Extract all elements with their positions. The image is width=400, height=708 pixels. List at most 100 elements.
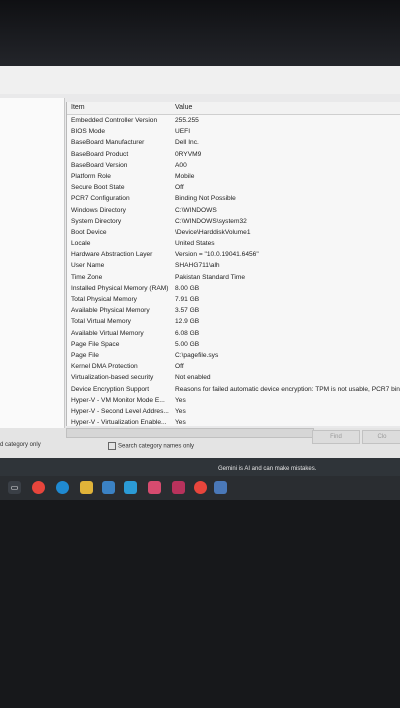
- row-value: Pakistan Standard Time: [175, 273, 246, 281]
- find-button[interactable]: Find: [312, 430, 360, 444]
- row-value: SHAHG711\alh: [175, 262, 220, 270]
- row-item: Available Physical Memory: [71, 307, 150, 315]
- row-item: Time Zone: [71, 273, 103, 281]
- row-value: Mobile: [175, 172, 195, 180]
- table-row[interactable]: Page File Space 5.00 GB: [67, 340, 400, 351]
- table-row[interactable]: BaseBoard Manufacturer Dell Inc.: [67, 138, 400, 149]
- row-item: Hyper-V - VM Monitor Mode E...: [71, 396, 165, 404]
- table-row[interactable]: Embedded Controller Version 255.255: [67, 116, 400, 127]
- row-item: Available Virtual Memory: [71, 329, 144, 337]
- row-value: 3.57 GB: [175, 307, 200, 315]
- row-item: Installed Physical Memory (RAM): [71, 284, 169, 292]
- monitor-top-bezel: [0, 0, 400, 66]
- table-row[interactable]: Page File C:\pagefile.sys: [67, 351, 400, 362]
- windows-taskbar: ▭: [0, 476, 400, 500]
- table-row[interactable]: User Name SHAHG711\alh: [67, 261, 400, 272]
- table-row[interactable]: BaseBoard Product 0RYVM9: [67, 150, 400, 161]
- file-explorer-icon[interactable]: [80, 481, 93, 494]
- row-value: Off: [175, 363, 184, 371]
- table-row[interactable]: Windows Directory C:\WINDOWS: [67, 206, 400, 217]
- edge-icon[interactable]: [56, 481, 69, 494]
- chrome-icon[interactable]: [194, 481, 207, 494]
- table-row[interactable]: Hyper-V - VM Monitor Mode E... Yes: [67, 396, 400, 407]
- table-row[interactable]: Platform Role Mobile: [67, 172, 400, 183]
- row-value: UEFI: [175, 128, 191, 136]
- row-item: Kernel DMA Protection: [71, 363, 138, 371]
- table-row[interactable]: Hyper-V - Virtualization Enable... Yes: [67, 418, 400, 426]
- row-item: Hyper-V - Second Level Addres...: [71, 407, 169, 415]
- system-information-window: Item Value Embedded Controller Version 25…: [0, 66, 400, 500]
- row-value: Yes: [175, 407, 186, 415]
- table-row[interactable]: Available Physical Memory 3.57 GB: [67, 306, 400, 317]
- table-row[interactable]: Secure Boot State Off: [67, 183, 400, 194]
- row-item: Platform Role: [71, 172, 111, 180]
- row-item: Page File Space: [71, 340, 120, 348]
- row-item: Boot Device: [71, 228, 107, 236]
- row-value: 6.08 GB: [175, 329, 200, 337]
- row-value: C:\WINDOWS: [175, 206, 217, 214]
- table-row[interactable]: System Directory C:\WINDOWS\system32: [67, 217, 400, 228]
- row-item: Locale: [71, 240, 91, 248]
- table-row[interactable]: PCR7 Configuration Binding Not Possible: [67, 194, 400, 205]
- row-value: United States: [175, 240, 215, 248]
- gemini-disclaimer: Gemini is AI and can make mistakes.: [218, 466, 317, 472]
- table-row[interactable]: BaseBoard Version A00: [67, 161, 400, 172]
- table-row[interactable]: Hardware Abstraction Layer Version = "10.…: [67, 250, 400, 261]
- close-find-button[interactable]: Clo: [362, 430, 400, 444]
- row-item: Windows Directory: [71, 206, 126, 214]
- row-item: System Directory: [71, 217, 122, 225]
- horizontal-scrollbar[interactable]: [66, 428, 314, 438]
- mail-icon[interactable]: [102, 481, 115, 494]
- system-info-icon[interactable]: [214, 481, 227, 494]
- row-item: Hardware Abstraction Layer: [71, 251, 153, 259]
- row-item: User Name: [71, 262, 105, 270]
- row-item: Total Physical Memory: [71, 296, 137, 303]
- row-item: Hyper-V - Virtualization Enable...: [71, 419, 167, 426]
- row-value: 255.255: [175, 117, 199, 124]
- table-row[interactable]: Time Zone Pakistan Standard Time: [67, 273, 400, 284]
- table-row[interactable]: Hyper-V - Second Level Addres... Yes: [67, 407, 400, 418]
- chrome-icon[interactable]: [32, 481, 45, 494]
- table-header: Item Value: [67, 102, 400, 115]
- store-icon[interactable]: [124, 481, 137, 494]
- row-value: \Device\HarddiskVolume1: [175, 228, 251, 236]
- row-value: 8.00 GB: [175, 284, 200, 292]
- table-row[interactable]: Total Virtual Memory 12.9 GB: [67, 317, 400, 328]
- table-row[interactable]: Installed Physical Memory (RAM) 8.00 GB: [67, 284, 400, 295]
- row-item: Secure Boot State: [71, 184, 125, 192]
- table-row[interactable]: BIOS Mode UEFI: [67, 127, 400, 138]
- row-value: C:\WINDOWS\system32: [175, 217, 247, 225]
- task-view-icon[interactable]: ▭: [8, 481, 21, 494]
- table-row[interactable]: Available Virtual Memory 6.08 GB: [67, 329, 400, 340]
- checkbox-box[interactable]: [108, 442, 116, 450]
- row-item: BaseBoard Product: [71, 150, 129, 158]
- row-item: Total Virtual Memory: [71, 318, 131, 326]
- row-value: 12.9 GB: [175, 318, 200, 326]
- photos-icon[interactable]: [148, 481, 161, 494]
- row-value: C:\pagefile.sys: [175, 351, 219, 359]
- row-value: Reasons for failed automatic device encr…: [175, 385, 400, 393]
- row-item: BIOS Mode: [71, 128, 106, 136]
- search-category-names-checkbox[interactable]: Search category names only: [108, 442, 194, 450]
- row-value: Binding Not Possible: [175, 195, 236, 203]
- checkbox-label: Search category names only: [118, 443, 195, 450]
- table-row[interactable]: Locale United States: [67, 239, 400, 250]
- row-value: Yes: [175, 419, 186, 426]
- window-title-strip: [0, 66, 400, 94]
- column-header-item[interactable]: Item: [71, 104, 85, 111]
- category-tree-pane[interactable]: [0, 98, 65, 428]
- column-header-value[interactable]: Value: [175, 104, 192, 111]
- row-value: Version = "10.0.19041.6456": [175, 251, 259, 259]
- row-item: BaseBoard Version: [71, 161, 128, 169]
- media-icon[interactable]: [172, 481, 185, 494]
- row-value: Yes: [175, 396, 186, 404]
- row-item: Virtualization-based security: [71, 374, 154, 382]
- row-value: 0RYVM9: [175, 150, 202, 158]
- row-value: Dell Inc.: [175, 139, 199, 147]
- table-rows: Embedded Controller Version 255.255 BIOS M…: [67, 116, 400, 426]
- table-row[interactable]: Device Encryption Support Reasons for fai…: [67, 385, 400, 396]
- table-row[interactable]: Total Physical Memory 7.91 GB: [67, 295, 400, 306]
- table-row[interactable]: Boot Device \Device\HarddiskVolume1: [67, 228, 400, 239]
- table-row[interactable]: Virtualization-based security Not enabled: [67, 373, 400, 384]
- table-row[interactable]: Kernel DMA Protection Off: [67, 362, 400, 373]
